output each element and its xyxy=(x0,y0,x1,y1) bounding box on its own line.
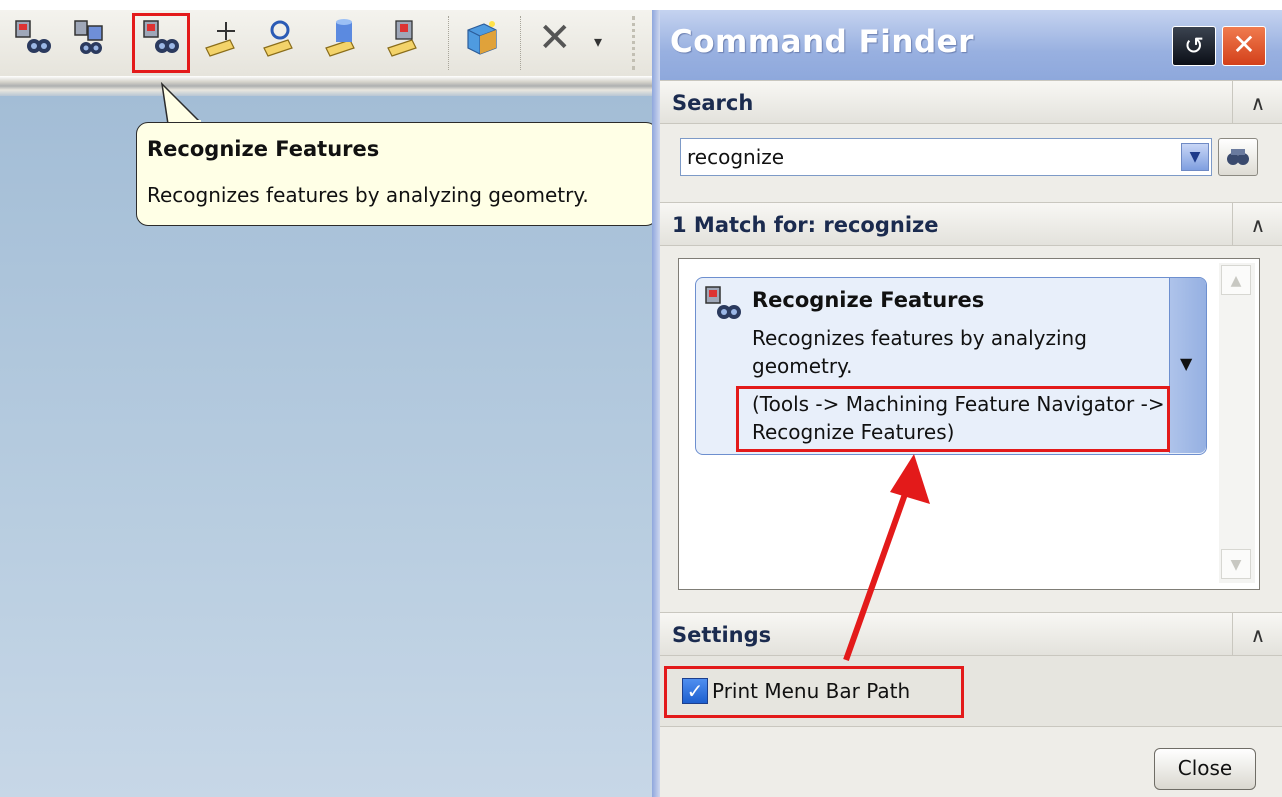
toolbar-separator xyxy=(520,16,523,70)
result-title: Recognize Features xyxy=(752,288,985,312)
collapse-icon[interactable]: ∧ xyxy=(1232,81,1282,123)
tooltip-title: Recognize Features xyxy=(147,137,380,161)
search-button[interactable] xyxy=(1218,138,1258,176)
toolbar: ✕ ▾ xyxy=(0,10,652,76)
results-section-label: 1 Match for: recognize xyxy=(672,213,939,237)
tooltip-description: Recognizes features by analyzing geometr… xyxy=(147,183,589,207)
toolbar-rule xyxy=(0,76,652,96)
panel-titlebar: Command Finder ↺ ✕ xyxy=(660,10,1282,80)
cylinder-feature-icon[interactable] xyxy=(320,18,360,58)
settings-section-header[interactable]: Settings ∧ xyxy=(660,612,1282,656)
search-section-label: Search xyxy=(672,91,754,115)
recognize-features-icon xyxy=(705,286,741,319)
restore-button[interactable]: ↺ xyxy=(1172,26,1216,66)
panel-left-border xyxy=(652,10,660,797)
collapse-icon[interactable]: ∧ xyxy=(1232,613,1282,655)
scroll-down-icon[interactable]: ▼ xyxy=(1221,549,1251,579)
tooltip-pointer xyxy=(160,82,204,125)
toolbar-highlight-box xyxy=(132,13,190,73)
binoculars-icon xyxy=(1227,149,1249,165)
delete-icon[interactable]: ✕ xyxy=(538,16,572,60)
settings-highlight-box xyxy=(664,666,964,718)
feature-compare-icon[interactable] xyxy=(72,18,112,58)
restore-icon: ↺ xyxy=(1183,32,1205,60)
close-icon: ✕ xyxy=(1232,28,1256,61)
close-button[interactable]: Close xyxy=(1154,748,1256,790)
close-window-button[interactable]: ✕ xyxy=(1222,26,1266,66)
toolbar-separator xyxy=(448,16,451,70)
add-feature-icon[interactable] xyxy=(200,18,240,58)
search-section-header[interactable]: Search ∧ xyxy=(660,80,1282,124)
feature-group-icon[interactable] xyxy=(382,18,422,58)
result-options-button[interactable]: ▼ xyxy=(1169,278,1206,453)
tooltip: Recognize Features Recognizes features b… xyxy=(136,122,658,226)
feature-navigator-icon[interactable] xyxy=(12,18,52,58)
search-combobox[interactable]: ▼ xyxy=(680,138,1212,176)
settings-section-label: Settings xyxy=(672,623,772,647)
caption-fragment xyxy=(4,0,10,10)
collapse-icon[interactable]: ∧ xyxy=(1232,203,1282,245)
panel-title: Command Finder xyxy=(670,24,974,60)
cube-feature-icon[interactable] xyxy=(462,18,502,58)
dropdown-arrow-icon[interactable]: ▾ xyxy=(594,32,602,51)
toolbar-grip xyxy=(632,16,637,70)
search-feature-icon[interactable] xyxy=(258,18,298,58)
menu-path-highlight-box xyxy=(736,386,1170,452)
scroll-up-icon[interactable]: ▲ xyxy=(1221,265,1251,295)
search-input[interactable] xyxy=(681,139,1167,174)
chevron-down-icon: ▼ xyxy=(1180,354,1193,373)
annotation-arrow xyxy=(843,454,930,662)
results-section-header[interactable]: 1 Match for: recognize ∧ xyxy=(660,202,1282,246)
results-scrollbar[interactable]: ▲ ▼ xyxy=(1219,263,1255,583)
chevron-down-icon[interactable]: ▼ xyxy=(1181,143,1209,171)
top-caption-strip xyxy=(0,0,1282,10)
result-description: Recognizes features by analyzing geometr… xyxy=(752,326,1087,378)
